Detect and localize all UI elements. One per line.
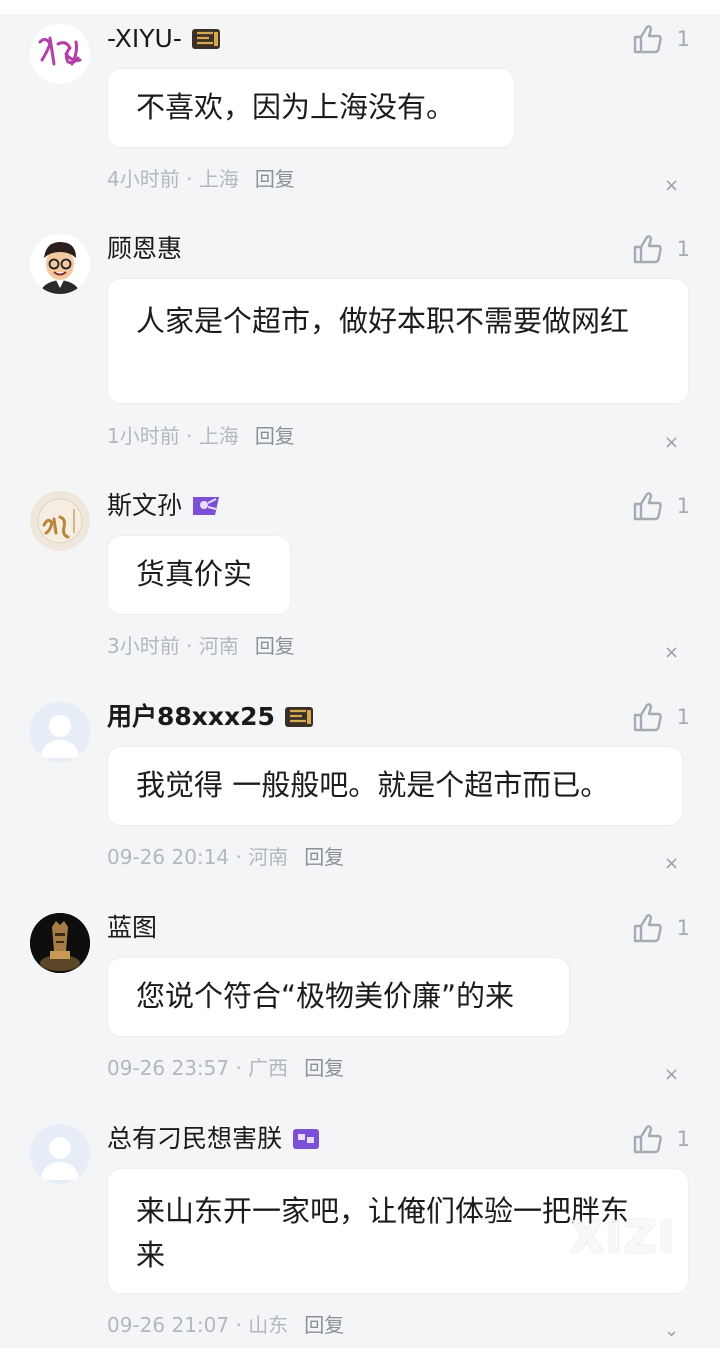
comment-location: 河南 [198, 634, 239, 658]
thumbs-up-icon [633, 914, 662, 943]
username[interactable]: 总有刁民想害朕 [107, 1124, 322, 1154]
comment-meta: 09-26 20:14 · 河南 回复 [107, 845, 345, 869]
comment-bubble: 人家是个超市，做好本职不需要做网红 [107, 278, 689, 404]
badge-scroll-gold-icon [190, 26, 222, 52]
comment-meta: 09-26 21:07 · 山东 回复 [107, 1313, 345, 1337]
comment-time: 1小时前 [107, 424, 180, 448]
username-text[interactable]: 总有刁民想害朕 [107, 1124, 282, 1154]
username[interactable]: 蓝图 [107, 913, 157, 943]
comment-item: 用户88xxx25 1 我觉得 一般般吧。就是个超市而已。 09-26 20:1… [0, 702, 720, 878]
reply-button[interactable]: 回复 [255, 634, 295, 658]
comment-meta: 4小时前 · 上海 回复 [107, 167, 295, 191]
thumbs-up-icon [633, 1125, 662, 1154]
username-text[interactable]: 顾恩惠 [107, 234, 182, 264]
badge-purple-chat-icon [290, 1126, 322, 1152]
reply-button[interactable]: 回复 [255, 424, 295, 448]
like-count: 1 [676, 237, 690, 261]
like-count: 1 [676, 494, 690, 518]
thumbs-up-icon [633, 25, 662, 54]
like-button[interactable]: 1 [631, 22, 690, 56]
avatar-statue-icon [30, 913, 90, 973]
like-button[interactable]: 1 [631, 700, 690, 734]
close-icon[interactable]: × [664, 177, 679, 195]
like-button[interactable]: 1 [631, 911, 690, 945]
thumbs-up-icon [633, 235, 662, 264]
comment-bubble: 您说个符合“极物美价廉”的来 [107, 957, 570, 1037]
watermark-text: XIZI [570, 1212, 677, 1263]
close-icon[interactable]: × [664, 1066, 679, 1084]
comment-time: 09-26 23:57 [107, 1056, 230, 1080]
thumbs-up-icon [633, 703, 662, 732]
comment-location: 上海 [198, 167, 239, 191]
avatar[interactable] [30, 1124, 90, 1184]
avatar[interactable] [30, 24, 90, 84]
top-strip [0, 0, 720, 14]
username[interactable]: 顾恩惠 [107, 234, 182, 264]
comment-time: 3小时前 [107, 634, 180, 658]
avatar[interactable] [30, 702, 90, 762]
comment-item: -XIYU- 1 不喜欢，因为上海没有。 4小时前 · 上海 回复 × [0, 24, 720, 196]
avatar-default-icon [30, 702, 90, 762]
comment-meta: 3小时前 · 河南 回复 [107, 634, 295, 658]
close-icon[interactable]: × [664, 644, 679, 662]
comment-meta: 09-26 23:57 · 广西 回复 [107, 1056, 345, 1080]
like-button[interactable]: 1 [631, 232, 690, 266]
username-text[interactable]: -XIYU- [107, 24, 182, 54]
reply-button[interactable]: 回复 [255, 167, 295, 191]
reply-button[interactable]: 回复 [304, 1056, 344, 1080]
thumbs-up-icon [633, 492, 662, 521]
username-text[interactable]: 蓝图 [107, 913, 157, 943]
comment-location: 河南 [248, 845, 289, 869]
avatar-calligraphy-icon [30, 24, 90, 84]
reply-button[interactable]: 回复 [304, 1313, 344, 1337]
comment-bubble: 不喜欢，因为上海没有。 [107, 68, 515, 148]
comment-time: 09-26 21:07 [107, 1313, 230, 1337]
avatar-sun-character-icon [30, 491, 90, 551]
avatar-cartoon-man-icon [30, 234, 90, 294]
comment-location: 上海 [198, 424, 239, 448]
close-icon[interactable]: × [664, 855, 679, 873]
comment-location: 广西 [248, 1056, 289, 1080]
username-text[interactable]: 斯文孙 [107, 491, 182, 521]
like-button[interactable]: 1 [631, 1122, 690, 1156]
comment-bubble: 货真价实 [107, 535, 291, 615]
badge-scroll-gold-icon [283, 704, 315, 730]
close-icon[interactable]: × [664, 434, 679, 452]
comment-item: 蓝图 1 您说个符合“极物美价廉”的来 09-26 23:57 · 广西 回复 × [0, 913, 720, 1089]
avatar-default-icon [30, 1124, 90, 1184]
like-count: 1 [676, 1127, 690, 1151]
badge-purple-icon [190, 493, 222, 519]
username[interactable]: 斯文孙 [107, 491, 222, 521]
chevron-down-icon[interactable]: ⌄ [664, 1322, 679, 1340]
reply-button[interactable]: 回复 [304, 845, 344, 869]
comment-meta: 1小时前 · 上海 回复 [107, 424, 295, 448]
like-button[interactable]: 1 [631, 489, 690, 523]
comment-time: 4小时前 [107, 167, 180, 191]
comment-item: 斯文孙 1 货真价实 3小时前 · 河南 回复 × [0, 491, 720, 667]
comment-location: 山东 [248, 1313, 289, 1337]
like-count: 1 [676, 705, 690, 729]
avatar[interactable] [30, 234, 90, 294]
username[interactable]: -XIYU- [107, 24, 222, 54]
comment-bubble: 我觉得 一般般吧。就是个超市而已。 [107, 746, 683, 826]
username-text[interactable]: 用户88xxx25 [107, 702, 275, 732]
comment-item: 顾恩惠 1 人家是个超市，做好本职不需要做网红 1小时前 · 上海 回复 × [0, 234, 720, 454]
comment-time: 09-26 20:14 [107, 845, 230, 869]
avatar[interactable] [30, 491, 90, 551]
username[interactable]: 用户88xxx25 [107, 702, 315, 732]
like-count: 1 [676, 916, 690, 940]
like-count: 1 [676, 27, 690, 51]
avatar[interactable] [30, 913, 90, 973]
